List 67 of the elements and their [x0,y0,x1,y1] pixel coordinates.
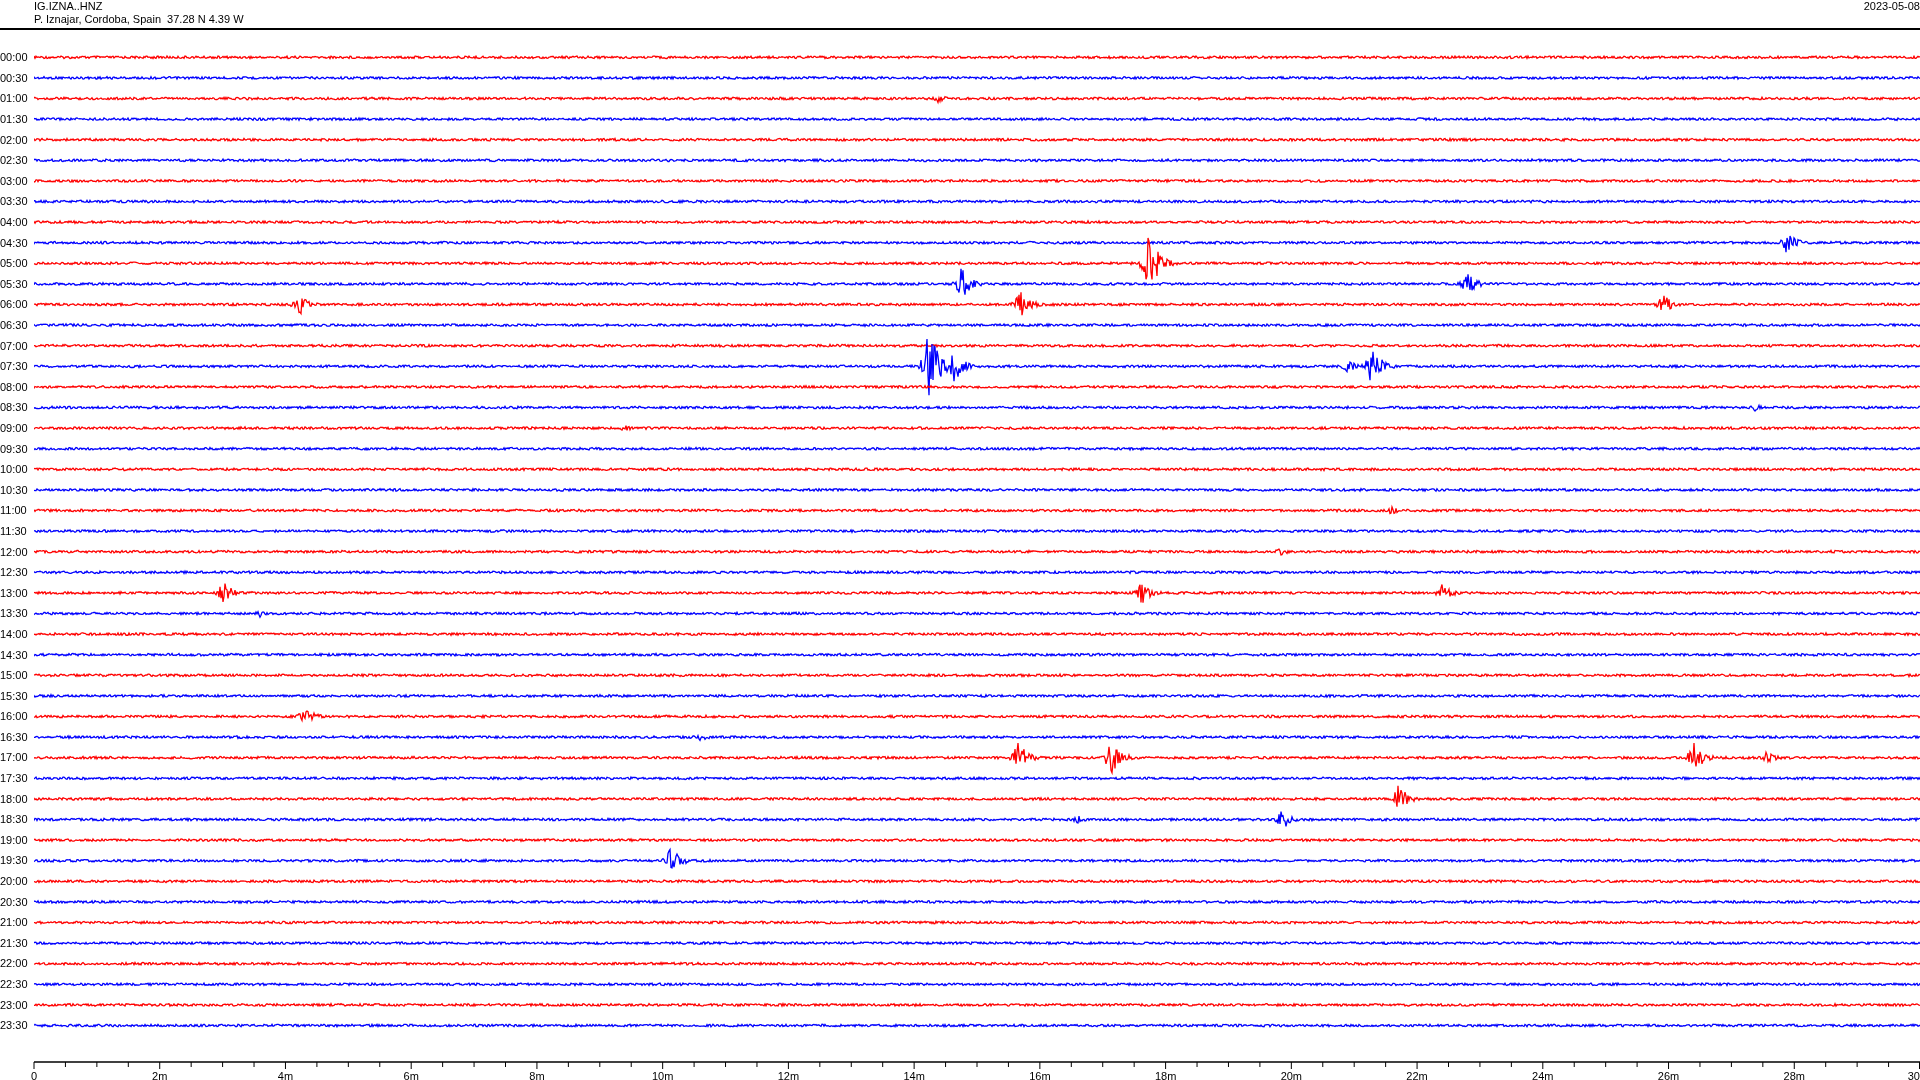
time-label: 12:00 [0,545,28,558]
axis-tick-label: 4m [277,1069,294,1080]
time-label: 18:00 [0,792,28,805]
time-label: 13:30 [0,607,28,620]
time-label: 16:30 [0,730,28,743]
time-label: 22:00 [0,957,28,970]
time-label: 08:30 [0,401,28,414]
axis-tick-label: 2m [152,1069,168,1080]
axis-tick-label: 6m [403,1069,419,1080]
time-label: 07:00 [0,339,28,352]
time-label: 19:30 [0,854,28,867]
time-label: 00:00 [0,51,28,64]
time-label: 08:00 [0,380,28,393]
time-label: 01:00 [0,92,28,105]
axis-tick-label: 20m [1280,1069,1303,1080]
time-label: 06:00 [0,298,28,311]
axis-tick-label: 12m [777,1069,800,1080]
time-label: 05:00 [0,257,28,270]
time-label: 12:30 [0,566,28,579]
time-label: 20:00 [0,875,28,888]
time-label: 20:30 [0,895,28,908]
time-label: 21:30 [0,936,28,949]
axis-tick-label: 28m [1783,1069,1805,1080]
time-label: 23:30 [0,1019,28,1032]
axis-tick-label: 30 [1907,1069,1920,1080]
time-label: 21:00 [0,916,28,929]
axis-tick-label: 10m [651,1069,674,1080]
axis-tick-label: 14m [903,1069,925,1080]
time-label: 11:00 [0,504,27,517]
station-code: IG.IZNA..HNZ [34,0,104,13]
date-label: 2023-05-08 [1863,0,1920,13]
time-label: 14:30 [0,648,28,661]
time-label: 16:00 [0,710,28,723]
time-label: 03:30 [0,195,28,208]
axis-tick-label: 16m [1029,1069,1051,1080]
time-label: 18:30 [0,813,28,826]
time-label: 09:30 [0,442,28,455]
time-label: 04:30 [0,236,28,249]
time-label: 19:00 [0,833,28,846]
time-label: 15:30 [0,689,28,702]
time-label: 06:30 [0,319,28,331]
axis-tick-label: 18m [1154,1069,1177,1080]
axis-tick-label: 24m [1532,1069,1554,1080]
time-label: 10:30 [0,483,28,496]
axis-tick-label: 22m [1406,1069,1428,1080]
time-label: 22:30 [0,978,28,990]
axis-tick-label: 8m [529,1069,545,1080]
time-label: 10:00 [0,463,28,476]
time-label: 15:00 [0,669,28,682]
time-label: 14:00 [0,627,28,640]
time-label: 23:00 [0,998,28,1011]
time-label: 11:30 [0,524,27,537]
time-label: 09:00 [0,422,28,434]
time-label: 17:30 [0,772,28,785]
time-label: 17:00 [0,751,28,764]
time-label: 03:00 [0,174,28,187]
time-label: 04:00 [0,216,28,229]
time-label: 00:30 [0,71,28,84]
time-label: 13:00 [0,586,28,599]
station-location: P. Iznajar, Cordoba, Spain 37.28 N 4.39 W [34,13,244,26]
time-label: 02:30 [0,154,28,167]
time-label: 07:30 [0,360,28,373]
time-label: 05:30 [0,277,28,290]
axis-tick-label: 26m [1657,1069,1680,1080]
axis-tick-label: 0 [31,1069,38,1080]
time-label: 02:00 [0,133,28,146]
time-label: 01:30 [0,113,28,126]
